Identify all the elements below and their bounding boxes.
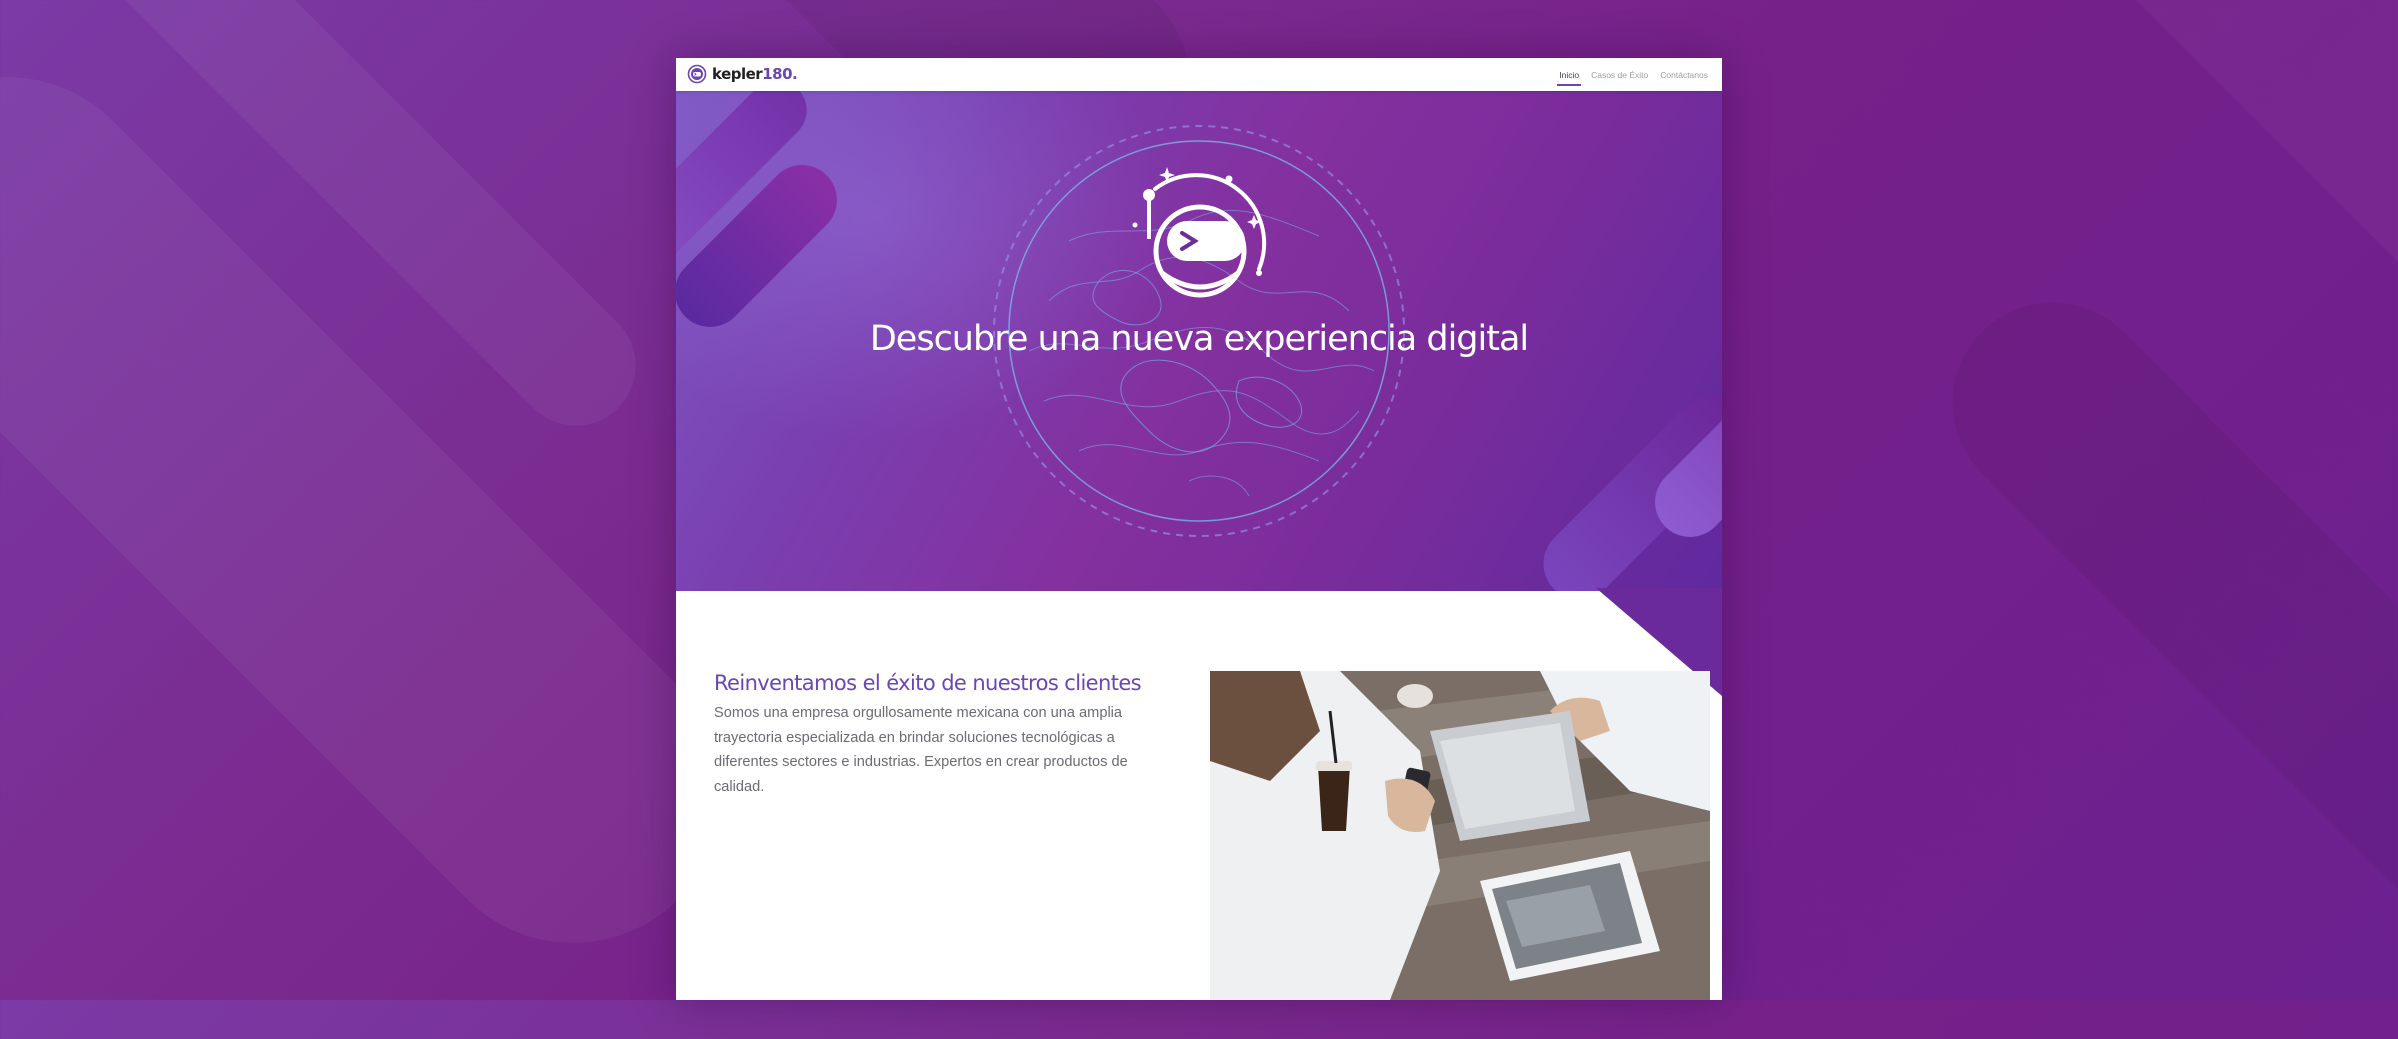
about-section: Reinventamos el éxito de nuestros client…	[714, 671, 1154, 799]
about-text: Somos una empresa orgullosamente mexican…	[714, 705, 1128, 795]
hero-title: Descubre una nueva experiencia digital	[869, 319, 1529, 359]
brand-name: kepler180.	[712, 65, 798, 83]
navbar: kepler180. Inicio Casos de Éxito Contáct…	[676, 58, 1722, 91]
astronaut-helmet-icon	[1132, 167, 1267, 298]
background-shape	[1911, 261, 2398, 1039]
nav-link-inicio[interactable]: Inicio	[1557, 61, 1581, 89]
brand-logo[interactable]: kepler180.	[687, 64, 798, 84]
logo-icon	[687, 64, 707, 84]
hero-section: Descubre una nueva experiencia digital	[676, 91, 1722, 591]
website-frame: kepler180. Inicio Casos de Éxito Contáct…	[676, 58, 1722, 1000]
photo-illustration	[1210, 671, 1710, 1000]
people-with-devices-photo	[1210, 671, 1710, 1000]
nav-link-contactanos[interactable]: Contáctanos	[1658, 61, 1710, 89]
about-heading: Reinventamos el éxito de nuestros client…	[714, 671, 1142, 695]
nav-link-casos-de-exito[interactable]: Casos de Éxito	[1589, 61, 1650, 89]
main-nav: Inicio Casos de Éxito Contáctanos	[1557, 58, 1710, 91]
